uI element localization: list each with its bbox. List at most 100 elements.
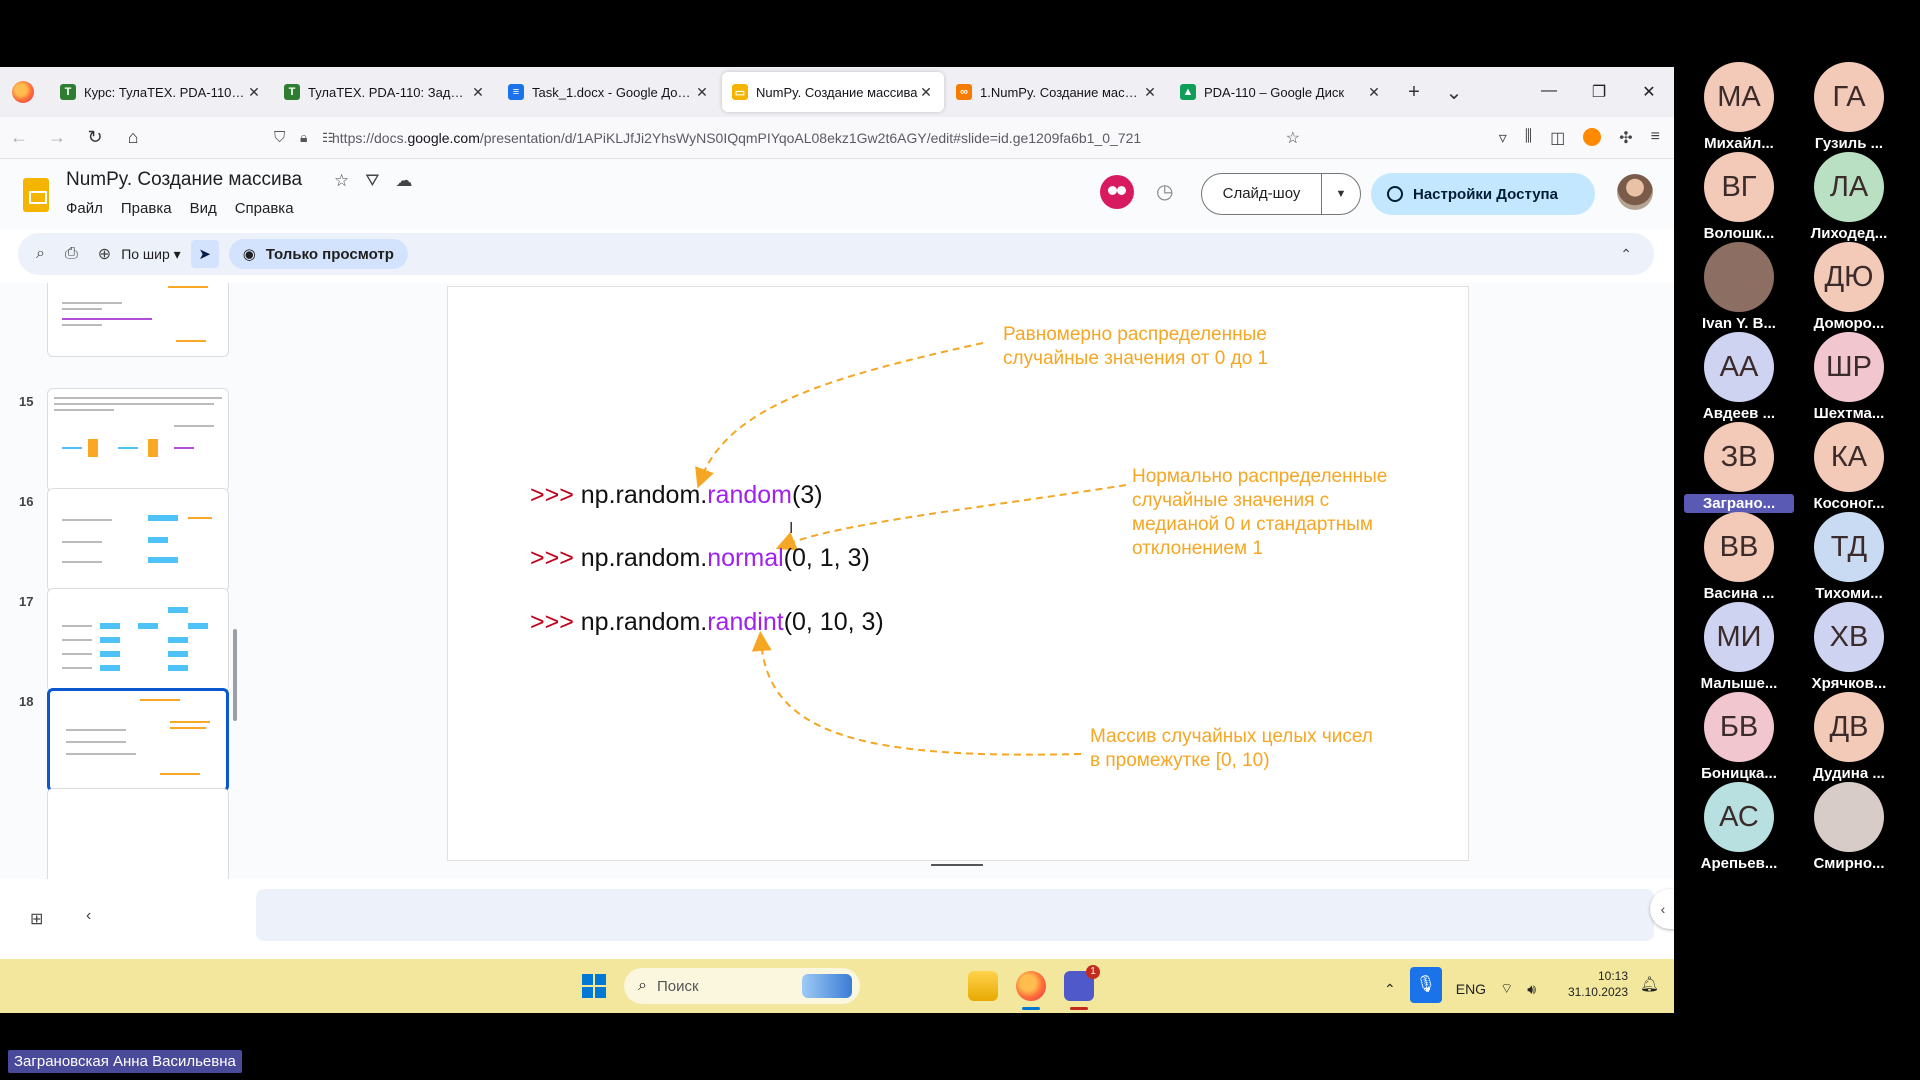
menu-help[interactable]: Справка [235,200,294,217]
participant-tile[interactable]: БВ Боницка... [1684,692,1794,796]
tab-close-icon[interactable]: ✕ [470,84,486,101]
participant-tile[interactable]: МИ Малыше... [1684,602,1794,706]
tab-close-icon[interactable]: ✕ [694,84,710,101]
sidebar-icon[interactable]: ◫ [1550,128,1565,148]
participant-tile[interactable]: ДВ Дудина ... [1794,692,1904,796]
tab-close-icon[interactable]: ✕ [1142,84,1158,101]
language-indicator[interactable]: ENG [1456,981,1486,997]
document-title[interactable]: NumPy. Создание массива [66,169,302,191]
zoom-icon[interactable]: ⊕ [98,244,111,264]
participant-tile[interactable]: ЛА Лиходед... [1794,152,1904,256]
library-icon[interactable]: ⫼ [1525,128,1532,148]
start-icon[interactable] [582,974,606,998]
share-button[interactable]: Настройки Доступа [1371,173,1595,215]
bookmark-star-icon[interactable]: ☆ [1286,128,1300,148]
collapse-toolbar-icon[interactable]: ⌃ [1620,246,1632,263]
filmstrip-scrollbar[interactable] [233,629,237,721]
grid-view-icon[interactable]: ⊞ [30,909,43,929]
search-icon[interactable]: ⌕ [36,245,45,263]
participant-tile[interactable]: ЗВ Заграно... [1684,422,1794,526]
slide-number: 16 [19,494,34,509]
participant-tile[interactable]: ДЮ Доморо... [1794,242,1904,346]
star-icon[interactable]: ☆ [334,171,349,191]
tab-close-icon[interactable]: ✕ [918,84,934,101]
tab-close-icon[interactable]: ✕ [1366,84,1382,101]
new-tab-icon[interactable]: + [1394,81,1434,104]
participant-tile[interactable]: МА Михайл... [1684,62,1794,166]
participant-tile[interactable]: Смирно... [1794,782,1904,886]
participant-tile[interactable]: КА Косоног... [1794,422,1904,526]
menu-edit[interactable]: Правка [121,200,172,217]
collapse-filmstrip-icon[interactable]: ‹ [86,907,91,925]
participant-tile[interactable]: ШР Шехтма... [1794,332,1904,436]
menu-view[interactable]: Вид [190,200,217,217]
browser-tab[interactable]: ▭ NumPy. Создание массива ✕ [722,72,944,112]
extensions-icon[interactable]: ✣ [1619,128,1632,148]
move-to-drive-icon[interactable]: ⛛ [365,171,379,191]
restore-icon[interactable]: ❐ [1574,82,1624,102]
participant-tile[interactable]: АС Арепьев... [1684,782,1794,886]
wifi-icon[interactable]: ⌔ [1500,980,1513,998]
teams-icon[interactable] [1064,965,1100,1001]
speaker-notes-resize-handle[interactable] [931,864,983,866]
participant-tile[interactable]: АА Авдеев ... [1684,332,1794,436]
slideshow-dropdown-icon[interactable]: ▼ [1322,188,1360,200]
participant-tile[interactable]: ВВ Васина ... [1684,512,1794,616]
close-window-icon[interactable]: ✕ [1624,82,1674,102]
browser-tab[interactable]: T Курс: ТулаТEX. PDA-110. Ваш✕ [50,72,272,112]
speaker-notes[interactable] [256,889,1654,941]
print-icon[interactable]: ⎙ [65,245,78,263]
slideshow-button[interactable]: Слайд-шоу ▼ [1201,173,1361,215]
permissions-icon[interactable]: ☷ [322,130,334,146]
navigation-bar: ← → ↻ ⌂ ⛉ 🔒︎ ☷ https://docs.google.com/p… [0,117,1674,159]
tracking-shield-icon[interactable]: ⛉ [274,129,285,146]
participant-tile[interactable]: ГА Гузиль ... [1794,62,1904,166]
forward-icon[interactable]: → [38,127,76,148]
cloud-status-icon[interactable]: ☁ [396,171,413,191]
view-only-chip[interactable]: ◉ Только просмотр [228,239,408,269]
tray-overflow-icon[interactable]: ⌃ [1384,981,1396,998]
anonymous-viewer-avatar[interactable] [1100,175,1134,209]
participant-tile[interactable]: ТД Тихоми... [1794,512,1904,616]
firefox-menu-icon[interactable] [12,81,34,103]
home-icon[interactable]: ⌂ [114,127,152,148]
back-icon[interactable]: ← [0,127,38,148]
menu-file[interactable]: Файл [66,200,103,217]
slides-logo-icon[interactable] [23,178,49,212]
url-bar[interactable]: ⛉ 🔒︎ ☷ https://docs.google.com/presentat… [274,122,1300,154]
participant-tile[interactable]: ХВ Хрячков... [1794,602,1904,706]
menu-icon[interactable]: ≡ [1651,128,1660,148]
slide-thumbnail[interactable] [47,388,229,492]
browser-tab[interactable]: ∞ 1.NumPy. Создание массив ✕ [946,72,1168,112]
reload-icon[interactable]: ↻ [76,127,114,148]
participant-tile[interactable]: ВГ Волошк... [1684,152,1794,256]
volume-icon[interactable]: 🔊︎ [1527,981,1536,998]
slide-thumbnail[interactable] [47,283,229,357]
extension-icon[interactable] [1583,127,1602,146]
slide-thumbnail[interactable] [47,588,229,692]
browser-tab[interactable]: T ТулаТEX. PDA-110: Задания ✕ [274,72,496,112]
lock-icon[interactable]: 🔒︎ [300,129,307,146]
slide-thumbnail-current[interactable] [47,688,229,792]
pocket-icon[interactable]: ▿ [1499,128,1507,148]
tab-close-icon[interactable]: ✕ [246,84,262,101]
microphone-icon[interactable]: 🎙︎ [1409,967,1442,1003]
firefox-taskbar-icon[interactable] [1016,971,1046,1001]
notifications-icon[interactable]: 🔔︎ [1640,975,1659,993]
browser-tab[interactable]: ▲ PDA-110 – Google Диск ✕ [1170,72,1392,112]
participant-tile[interactable]: Ivan Y. B... [1684,242,1794,346]
account-avatar[interactable] [1617,174,1653,210]
slideshow-label[interactable]: Слайд-шоу [1202,174,1322,214]
slide-thumbnail[interactable] [47,488,229,592]
clock[interactable]: 10:13 31.10.2023 [1560,968,1628,1000]
tab-list-chevron-icon[interactable]: ⌄ [1434,80,1474,105]
select-cursor-icon[interactable]: ➤ [190,240,219,268]
participant-name: Боницка... [1701,765,1777,782]
minimize-icon[interactable]: — [1524,82,1574,102]
file-explorer-icon[interactable] [968,971,998,1001]
browser-tab[interactable]: ≡ Task_1.docx - Google Докум ✕ [498,72,720,112]
version-history-icon[interactable]: ◷ [1156,179,1173,204]
taskbar-search[interactable]: ⌕ Поиск [624,968,860,1004]
slide-thumbnail[interactable] [47,788,229,879]
zoom-select[interactable]: По шир ▾ [121,246,181,263]
